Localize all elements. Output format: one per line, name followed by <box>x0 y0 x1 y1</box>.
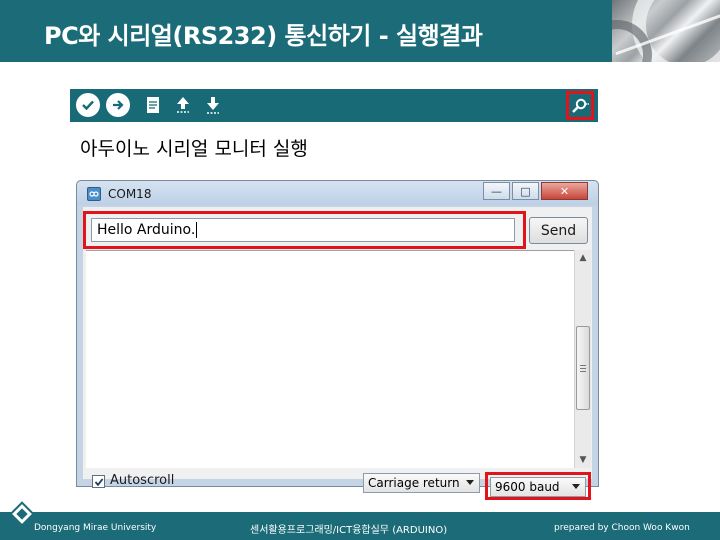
bottom-bar: Autoscroll Carriage return 9600 baud <box>83 470 592 500</box>
serial-output-area[interactable] <box>86 250 574 468</box>
footer-university: Dongyang Mirae University <box>34 523 157 533</box>
upload-icon[interactable] <box>106 93 130 117</box>
line-ending-value: Carriage return <box>368 476 460 490</box>
line-ending-select[interactable]: Carriage return <box>363 473 480 493</box>
footer-author: prepared by Choon Woo Kwon <box>554 523 690 533</box>
slide-title: PC와 시리얼(RS232) 통신하기 - 실행결과 <box>44 22 483 50</box>
serial-monitor-button[interactable] <box>566 91 594 120</box>
slide-header: PC와 시리얼(RS232) 통신하기 - 실행결과 <box>0 0 720 62</box>
footer-course: 센서활용프로그래밍/ICT융합실무 (ARDUINO) <box>250 525 448 536</box>
slide-caption: 아두이노 시리얼 모니터 실행 <box>80 138 308 160</box>
open-icon[interactable] <box>172 93 194 117</box>
close-button[interactable]: ✕ <box>541 182 588 200</box>
university-logo-icon <box>9 501 35 527</box>
chevron-down-icon <box>572 484 580 489</box>
chevron-down-icon <box>466 480 474 485</box>
window-titlebar[interactable]: COM18 — □ ✕ <box>77 181 598 205</box>
send-button[interactable]: Send <box>529 217 588 244</box>
maximize-button[interactable]: □ <box>512 182 539 200</box>
arduino-app-icon <box>87 187 101 201</box>
checkmark-icon <box>94 477 103 486</box>
header-decoration <box>612 0 720 62</box>
save-icon[interactable] <box>202 93 224 117</box>
new-icon[interactable] <box>142 93 164 117</box>
autoscroll-checkbox[interactable] <box>92 475 105 488</box>
send-input[interactable]: Hello Arduino. <box>91 218 515 242</box>
baud-rate-select[interactable]: 9600 baud <box>490 477 586 497</box>
baud-rate-value: 9600 baud <box>495 480 560 494</box>
scroll-thumb[interactable] <box>576 326 590 410</box>
scroll-up-icon[interactable]: ▲ <box>578 253 588 263</box>
window-body: Hello Arduino. Send ▲ ▼ Autoscroll Carri… <box>83 207 592 500</box>
magnifier-icon <box>572 98 589 113</box>
autoscroll-label: Autoscroll <box>110 473 175 488</box>
window-title: COM18 <box>108 187 152 201</box>
minimize-button[interactable]: — <box>483 182 510 200</box>
verify-icon[interactable] <box>76 93 100 117</box>
vertical-scrollbar[interactable]: ▲ ▼ <box>574 250 591 468</box>
scroll-down-icon[interactable]: ▼ <box>578 455 588 465</box>
serial-monitor-window: COM18 — □ ✕ Hello Arduino. Send ▲ ▼ Auto… <box>76 180 599 500</box>
send-input-value: Hello Arduino. <box>97 222 196 238</box>
ide-toolbar <box>70 89 598 122</box>
